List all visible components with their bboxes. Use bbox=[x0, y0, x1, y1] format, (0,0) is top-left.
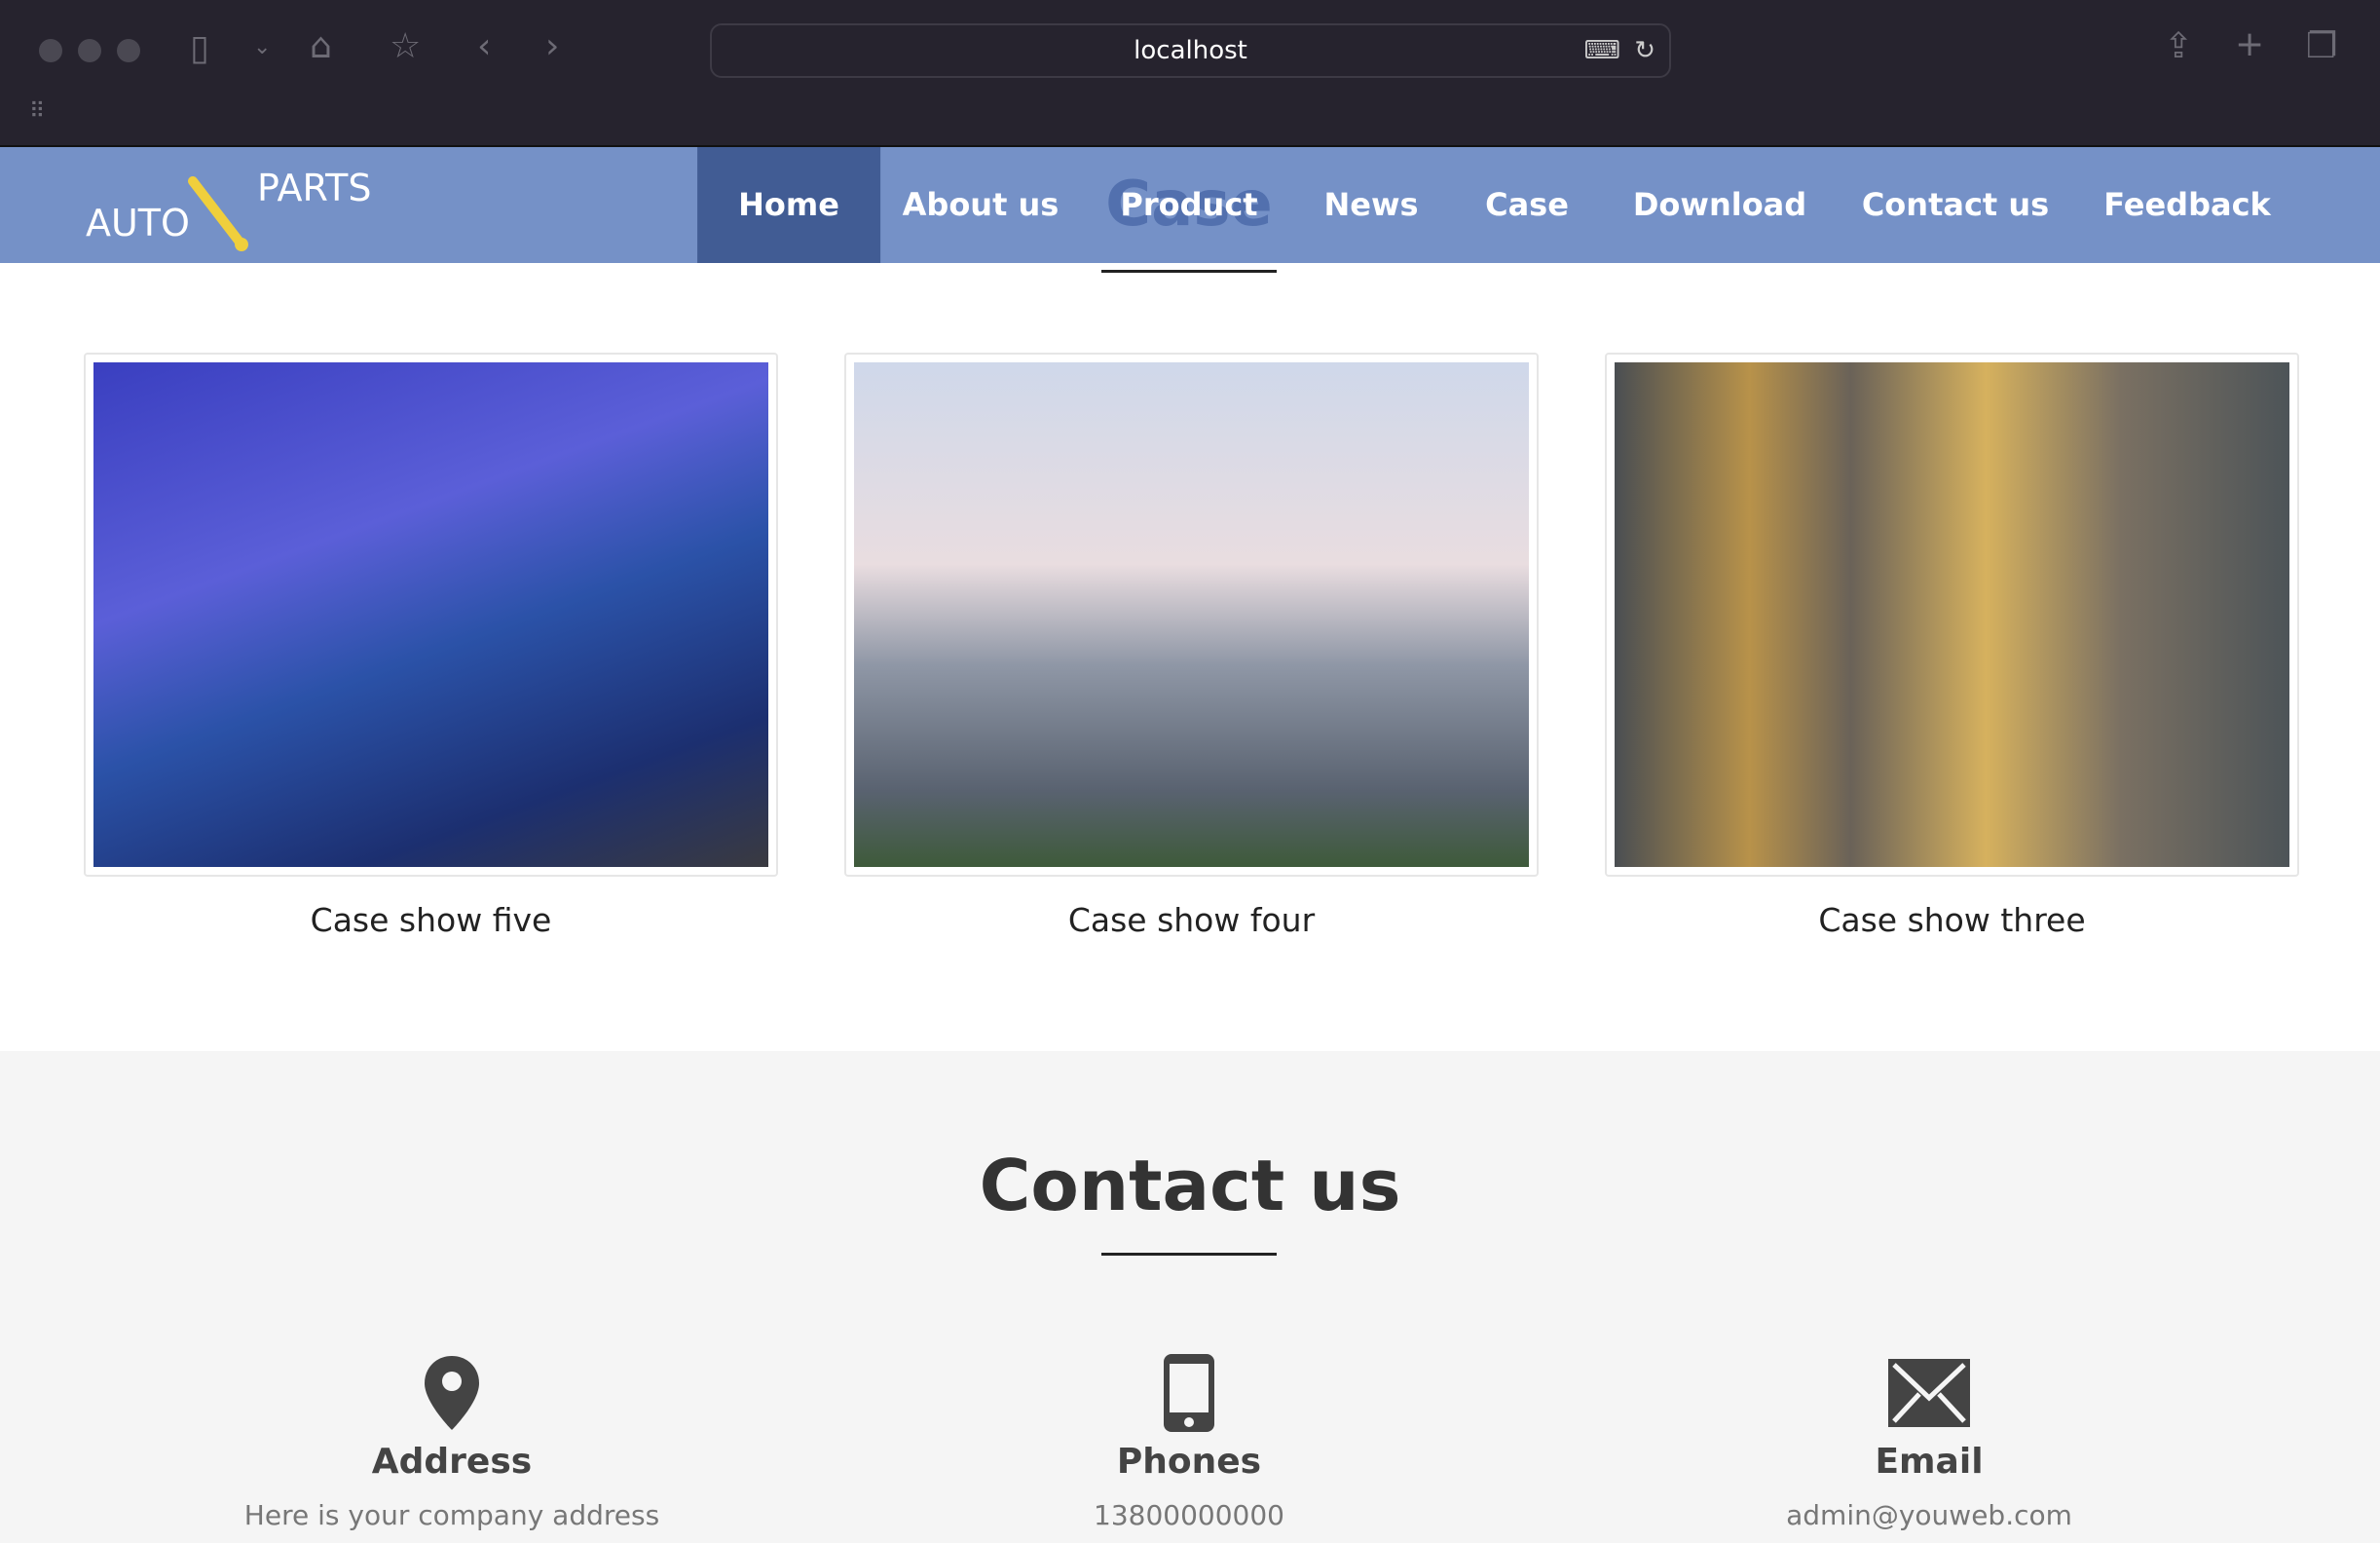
contact-label: Address bbox=[371, 1442, 533, 1482]
home-icon[interactable]: ⌂ bbox=[310, 29, 332, 64]
new-tab-icon[interactable]: + bbox=[2235, 27, 2264, 62]
browser-toolbar: ▯ ⌄ ⌂ ☆ ‹ › localhost ⌨ ↻ ⇪ + ❐ ⠿ bbox=[0, 0, 2380, 147]
back-icon[interactable]: ‹ bbox=[477, 29, 491, 64]
translate-icon[interactable]: ⌨ bbox=[1583, 25, 1620, 76]
contact-value: Here is your company address bbox=[243, 1499, 660, 1531]
case-caption[interactable]: Case show three bbox=[1605, 901, 2299, 939]
close-window-button[interactable] bbox=[39, 39, 62, 62]
contact-phones: Phones 13800000000 bbox=[848, 1354, 1530, 1531]
nav-download[interactable]: Download bbox=[1592, 147, 1847, 263]
logo-text-right: PARTS bbox=[257, 167, 372, 209]
section-underline bbox=[1101, 270, 1277, 273]
address-bar[interactable]: localhost ⌨ ↻ bbox=[710, 23, 1671, 78]
logo-text-left: AUTO bbox=[86, 202, 190, 245]
shock-absorber-icon bbox=[188, 176, 248, 251]
contact-value[interactable]: admin@youweb.com bbox=[1588, 1499, 2270, 1531]
case-image bbox=[1615, 362, 2289, 867]
nav-contact-us[interactable]: Contact us bbox=[1821, 147, 2090, 263]
share-icon[interactable]: ⇪ bbox=[2164, 29, 2193, 64]
site-navbar: AUTO PARTS Case Home About us Product Ne… bbox=[0, 147, 2380, 263]
contact-underline bbox=[1101, 1253, 1277, 1256]
nav-home[interactable]: Home bbox=[697, 147, 880, 263]
sidebar-icon[interactable]: ▯ bbox=[190, 31, 209, 66]
phone-icon bbox=[1164, 1354, 1214, 1432]
contact-title: Contact us bbox=[979, 1145, 1401, 1226]
forward-icon[interactable]: › bbox=[545, 29, 559, 64]
tabs-overview-icon[interactable]: ❐ bbox=[2306, 29, 2337, 64]
nav-case[interactable]: Case bbox=[1444, 147, 1610, 263]
case-image bbox=[93, 362, 768, 867]
nav-product[interactable]: Product bbox=[1079, 147, 1298, 263]
chevron-down-icon[interactable]: ⌄ bbox=[253, 37, 271, 58]
case-card[interactable] bbox=[1605, 353, 2299, 877]
map-pin-icon bbox=[425, 1356, 479, 1430]
star-icon[interactable]: ☆ bbox=[390, 29, 421, 64]
zoom-window-button[interactable] bbox=[117, 39, 140, 62]
nav-about-us[interactable]: About us bbox=[862, 147, 1100, 263]
case-image bbox=[854, 362, 1529, 867]
case-card[interactable] bbox=[84, 353, 778, 877]
contact-value: 13800000000 bbox=[1094, 1499, 1284, 1531]
contact-label: Phones bbox=[1116, 1442, 1262, 1482]
apps-grid-icon[interactable]: ⠿ bbox=[29, 101, 45, 123]
url-text: localhost bbox=[1134, 36, 1247, 65]
nav-feedback[interactable]: Feedback bbox=[2063, 147, 2312, 263]
contact-address: Address Here is your company address bbox=[111, 1354, 793, 1531]
contact-email: Email admin@youweb.com bbox=[1588, 1354, 2270, 1531]
nav-news[interactable]: News bbox=[1283, 147, 1459, 263]
case-caption[interactable]: Case show four bbox=[844, 901, 1539, 939]
case-card[interactable] bbox=[844, 353, 1539, 877]
case-caption[interactable]: Case show five bbox=[84, 901, 778, 939]
envelope-icon bbox=[1888, 1359, 1970, 1427]
minimize-window-button[interactable] bbox=[78, 39, 101, 62]
reload-icon[interactable]: ↻ bbox=[1634, 25, 1655, 76]
contact-label: Email bbox=[1875, 1442, 1984, 1482]
